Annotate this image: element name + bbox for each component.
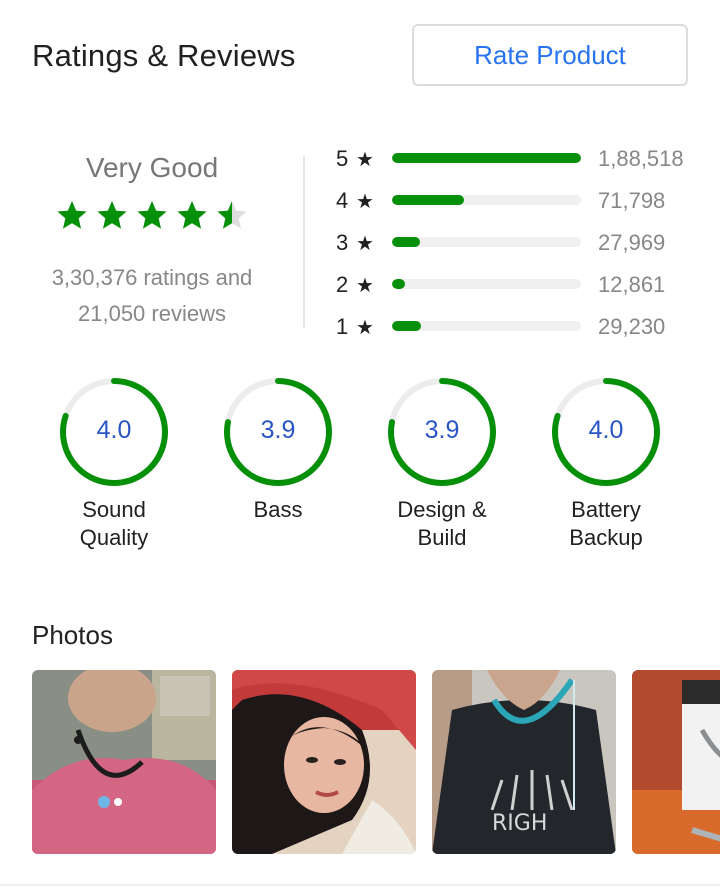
star-full-icon [177, 200, 207, 229]
histogram-bar-fill [392, 195, 464, 205]
histogram-bar-track [392, 195, 581, 205]
star-full-icon [97, 200, 127, 229]
histogram-star-value: 5 [336, 146, 349, 171]
aspect-rating[interactable]: 3.9 Design & Build [360, 376, 524, 552]
divider [0, 884, 720, 886]
histogram-count: 1,88,518 [598, 146, 684, 171]
aspect-value: 4.0 [588, 416, 624, 444]
histogram-row: 5 ★ 1,88,518 [336, 140, 706, 182]
rate-product-button[interactable]: Rate Product [412, 24, 688, 86]
rating-histogram: 5 ★ 1,88,518 4 ★ 71,798 3 ★ 27,969 2 ★ 1… [336, 140, 706, 350]
star-full-icon [57, 200, 87, 229]
star-half-icon [217, 200, 247, 229]
aspect-ratings: 4.0 Sound Quality 3.9 Bass 3.9 Design & … [32, 376, 692, 566]
star-icon: ★ [356, 191, 374, 213]
aspect-label: Sound Quality [32, 496, 196, 552]
star-icon: ★ [356, 149, 374, 171]
histogram-bar-fill [392, 153, 581, 163]
histogram-bar-track [392, 153, 581, 163]
star-rating [32, 198, 272, 238]
customer-photo[interactable] [232, 670, 416, 854]
photo-strip[interactable]: RIGH [32, 670, 720, 854]
histogram-row: 3 ★ 27,969 [336, 224, 706, 266]
aspect-label: Bass [196, 496, 360, 524]
svg-text:RIGH: RIGH [492, 811, 547, 836]
aspect-label-line: Battery [571, 497, 641, 522]
customer-photo[interactable]: RIGH [432, 670, 616, 854]
aspect-label-line: Sound [82, 497, 146, 522]
histogram-bar-track [392, 237, 581, 247]
histogram-bar-fill [392, 321, 422, 331]
aspect-label-line: Bass [253, 497, 303, 522]
star-icon: ★ [356, 275, 374, 297]
histogram-count: 27,969 [598, 230, 666, 255]
ratings-count-text: 3,30,376 ratings and [51, 265, 253, 290]
customer-photo[interactable] [632, 670, 720, 854]
rating-ring: 4.0 [58, 376, 170, 488]
star-icon: ★ [356, 317, 374, 339]
rating-label: Very Good [85, 152, 219, 183]
histogram-bar-fill [392, 237, 420, 247]
customer-photo[interactable] [32, 670, 216, 854]
star-icon: ★ [356, 233, 374, 255]
rating-ring: 3.9 [222, 376, 334, 488]
aspect-value: 4.0 [96, 416, 132, 444]
ratings-reviews-page: Ratings & Reviews Rate Product Very Good… [0, 0, 720, 891]
aspect-label-line: Quality [79, 525, 149, 550]
reviews-count-text: 21,050 reviews [78, 301, 226, 326]
rating-summary: Very Good 3,30,376 ratings and 21,050 re… [32, 150, 272, 330]
photo-thumbnail [632, 670, 720, 854]
aspect-label-line: Backup [569, 525, 643, 550]
rating-ring: 3.9 [386, 376, 498, 488]
histogram-bar-fill [392, 279, 405, 289]
photo-thumbnail [32, 670, 216, 854]
section-title: Ratings & Reviews [32, 38, 296, 73]
histogram-count: 29,230 [598, 314, 666, 339]
aspect-rating[interactable]: 4.0 Battery Backup [524, 376, 688, 552]
header: Ratings & Reviews Rate Product [32, 24, 688, 90]
photos-title: Photos [32, 620, 113, 650]
aspect-label-line: Build [417, 525, 467, 550]
histogram-row: 4 ★ 71,798 [336, 182, 706, 224]
histogram-count: 12,861 [598, 272, 666, 297]
aspect-value: 3.9 [260, 416, 296, 444]
rating-counts: 3,30,376 ratings and 21,050 reviews [32, 260, 272, 332]
star-full-icon [137, 200, 167, 229]
aspect-label: Design & Build [360, 496, 524, 552]
aspect-rating[interactable]: 3.9 Bass [196, 376, 360, 524]
photo-thumbnail [232, 670, 416, 854]
histogram-row: 1 ★ 29,230 [336, 308, 706, 350]
histogram-count: 71,798 [598, 188, 666, 213]
rating-ring: 4.0 [550, 376, 662, 488]
aspect-label-line: Design & [397, 497, 487, 522]
histogram-star-value: 2 [336, 272, 349, 297]
aspect-label: Battery Backup [524, 496, 688, 552]
histogram-star-value: 1 [336, 314, 349, 339]
histogram-row: 2 ★ 12,861 [336, 266, 706, 308]
histogram-star-value: 3 [336, 230, 349, 255]
histogram-bar-track [392, 321, 581, 331]
histogram-bar-track [392, 279, 581, 289]
divider [303, 156, 305, 328]
histogram-star-value: 4 [336, 188, 349, 213]
aspect-rating[interactable]: 4.0 Sound Quality [32, 376, 196, 552]
aspect-value: 3.9 [424, 416, 460, 444]
photo-thumbnail: RIGH [432, 670, 616, 854]
